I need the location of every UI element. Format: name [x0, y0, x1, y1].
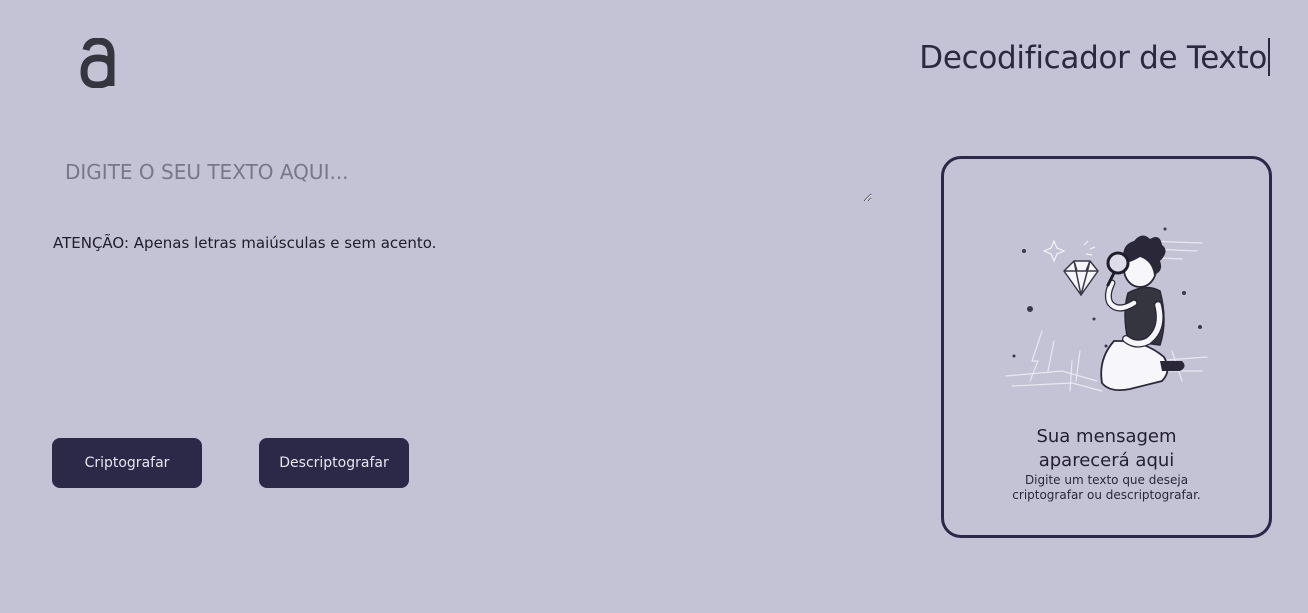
output-panel: Sua mensagem aparecerá aqui Digite um te… [941, 156, 1272, 538]
warning-text: ATENÇÃO: Apenas letras maiúsculas e sem … [53, 234, 437, 252]
output-subtitle: Digite um texto que deseja criptografar … [1012, 473, 1201, 502]
text-caret [1268, 38, 1270, 76]
page-title: Decodificador de Texto [919, 36, 1270, 80]
logo-icon [80, 38, 115, 88]
person-with-magnifying-glass-illustration [1005, 227, 1208, 392]
encrypt-button[interactable]: Criptografar [52, 438, 202, 488]
decrypt-button[interactable]: Descriptografar [259, 438, 409, 488]
page-title-text: Decodificador de Texto [919, 40, 1267, 76]
text-input[interactable] [52, 160, 872, 202]
output-title: Sua mensagem aparecerá aqui [1036, 426, 1177, 471]
